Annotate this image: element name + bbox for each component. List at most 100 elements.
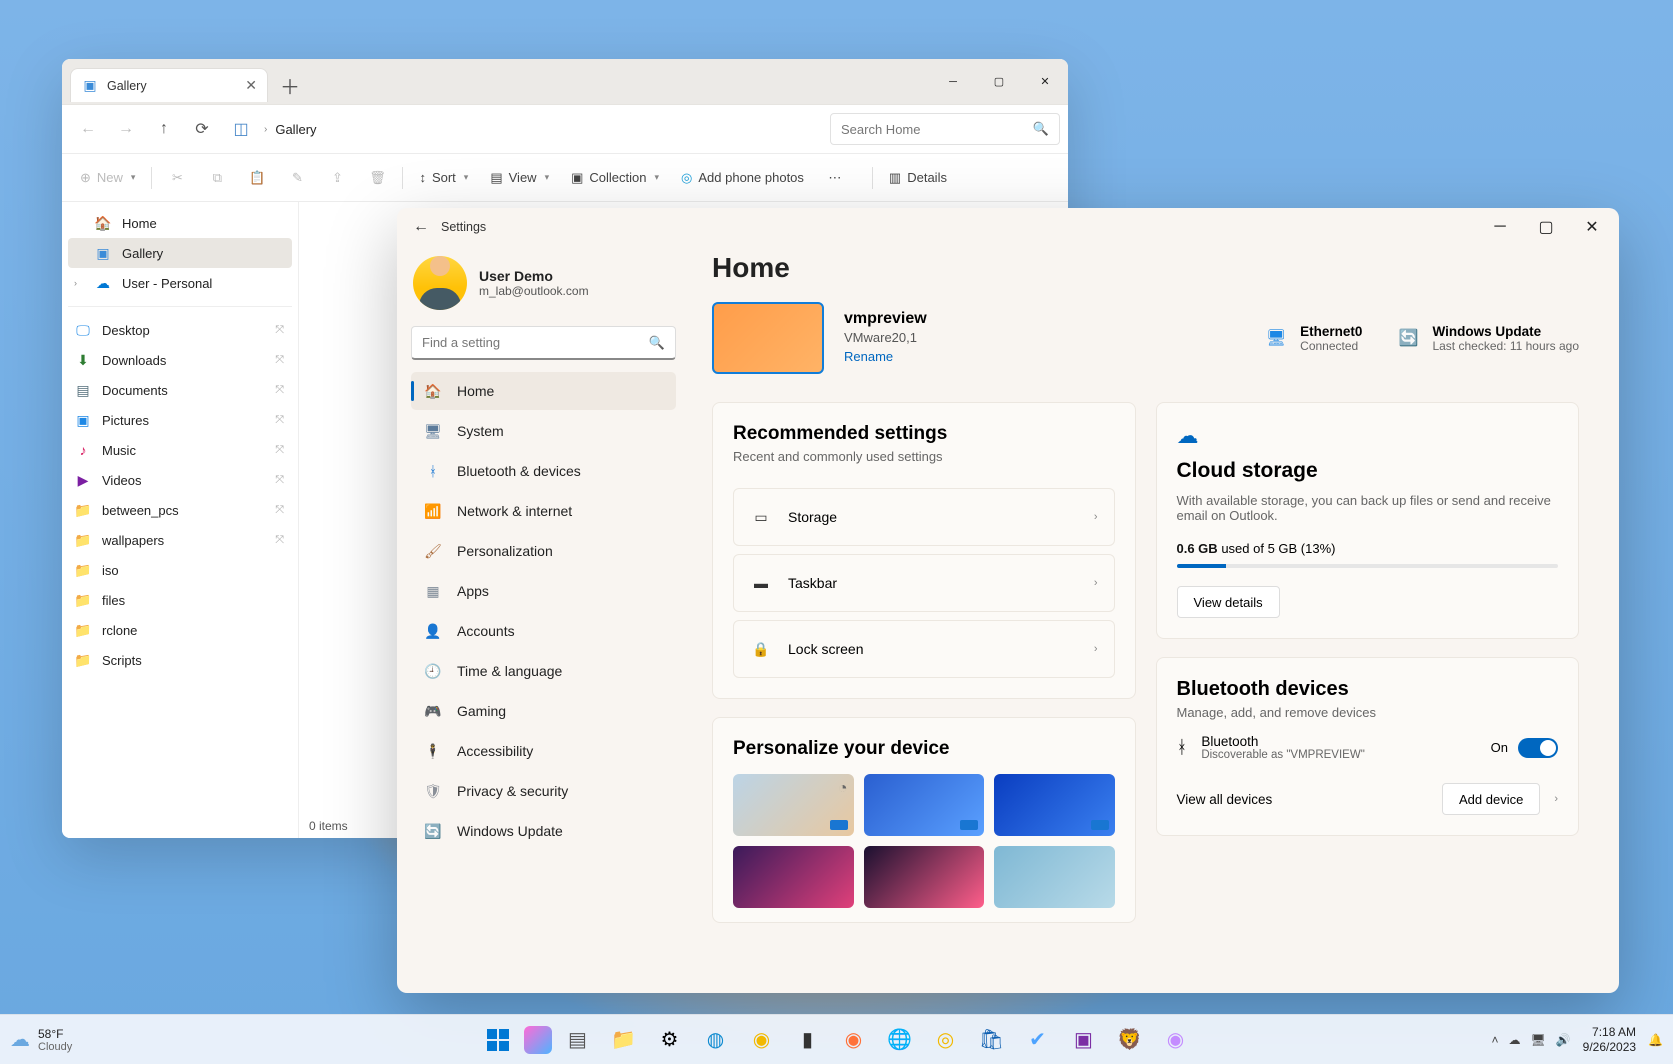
maximize-button[interactable]: ▢ xyxy=(976,59,1022,104)
sidebar-item-scripts[interactable]: 📁Scripts xyxy=(68,645,292,675)
sidebar-item-rclone[interactable]: 📁rclone xyxy=(68,615,292,645)
notifications-icon[interactable]: 🔔 xyxy=(1648,1033,1663,1047)
sidebar-item-between-pcs[interactable]: 📁between_pcs⤧ xyxy=(68,495,292,525)
sidebar-item-user-personal[interactable]: ›☁User - Personal xyxy=(68,268,292,298)
nav-privacy[interactable]: 🛡Privacy & security xyxy=(411,772,676,810)
taskbar-app-copilot[interactable] xyxy=(524,1026,552,1054)
taskbar-app-onenote[interactable]: ▣ xyxy=(1064,1020,1104,1060)
taskbar-app-store[interactable]: 🛍 xyxy=(972,1020,1012,1060)
back-button[interactable]: ← xyxy=(401,208,441,246)
refresh-button[interactable]: ⟳ xyxy=(184,111,220,147)
sort-menu[interactable]: ↕Sort▾ xyxy=(411,161,476,195)
close-button[interactable]: ✕ xyxy=(1022,59,1068,104)
minimize-button[interactable]: ─ xyxy=(1477,208,1523,246)
close-button[interactable]: ✕ xyxy=(1569,208,1615,246)
explorer-search-input[interactable]: Search Home 🔍 xyxy=(830,113,1060,145)
theme-option[interactable] xyxy=(864,774,985,836)
sidebar-item-pictures[interactable]: ▣Pictures⤧ xyxy=(68,405,292,435)
nav-home[interactable]: 🏠Home xyxy=(411,372,676,410)
weather-widget[interactable]: ☁ 58°F Cloudy xyxy=(10,1027,72,1053)
theme-option[interactable] xyxy=(994,774,1115,836)
breadcrumb[interactable]: Gallery xyxy=(275,122,316,137)
explorer-tab-gallery[interactable]: ▣ Gallery ✕ xyxy=(70,68,268,102)
taskbar-app-chrome[interactable]: 🌐 xyxy=(880,1020,920,1060)
copy-button[interactable]: ⧉ xyxy=(200,161,234,195)
sidebar-item-documents[interactable]: ▤Documents⤧ xyxy=(68,375,292,405)
maximize-button[interactable]: ▢ xyxy=(1523,208,1569,246)
sidebar-item-home[interactable]: 🏠Home xyxy=(68,208,292,238)
settings-search-input[interactable]: Find a setting 🔍 xyxy=(411,326,676,360)
ethernet-status[interactable]: 🖥 Ethernet0Connected xyxy=(1264,324,1362,353)
taskbar-app-taskview[interactable]: ▤ xyxy=(558,1020,598,1060)
sidebar-item-downloads[interactable]: ⬇Downloads⤧ xyxy=(68,345,292,375)
view-all-devices-link[interactable]: View all devices xyxy=(1177,792,1273,807)
chevron-up-icon[interactable]: ˄ xyxy=(1491,1033,1498,1047)
details-pane-button[interactable]: ▥Details xyxy=(881,161,955,195)
share-button[interactable]: ⇪ xyxy=(320,161,354,195)
sidebar-item-wallpapers[interactable]: 📁wallpapers⤧ xyxy=(68,525,292,555)
nav-system[interactable]: 🖥System xyxy=(411,412,676,450)
taskbar-app-settings[interactable]: ⚙ xyxy=(650,1020,690,1060)
onedrive-tray-icon[interactable]: ☁ xyxy=(1508,1033,1520,1047)
taskbar-app-chrome2[interactable]: ◎ xyxy=(926,1020,966,1060)
taskbar-app-todo[interactable]: ✔ xyxy=(1018,1020,1058,1060)
setting-link-taskbar[interactable]: ▬Taskbar› xyxy=(733,554,1115,612)
paste-button[interactable]: 📋 xyxy=(240,161,274,195)
new-menu[interactable]: ⊕New▾ xyxy=(72,161,143,195)
settings-content[interactable]: Home vmpreview VMware20,1 Rename 🖥 Ether… xyxy=(690,246,1619,993)
sidebar-item-gallery[interactable]: ▣Gallery xyxy=(68,238,292,268)
up-button[interactable]: ↑ xyxy=(146,111,182,147)
chevron-right-icon[interactable]: › xyxy=(74,278,84,288)
taskbar-app-explorer[interactable]: 📁 xyxy=(604,1020,644,1060)
theme-option[interactable] xyxy=(733,846,854,908)
user-account-block[interactable]: User Demo m_lab@outlook.com xyxy=(413,256,676,310)
taskbar-app-chrome-canary[interactable]: ◉ xyxy=(742,1020,782,1060)
minimize-button[interactable]: ─ xyxy=(930,59,976,104)
add-device-button[interactable]: Add device xyxy=(1442,783,1540,815)
nav-windows-update[interactable]: 🔄Windows Update xyxy=(411,812,676,850)
forward-button[interactable]: → xyxy=(108,111,144,147)
nav-apps[interactable]: ▦Apps xyxy=(411,572,676,610)
bluetooth-toggle[interactable]: On xyxy=(1491,738,1558,758)
collection-menu[interactable]: ▣Collection▾ xyxy=(563,161,667,195)
nav-personalization[interactable]: 🖌Personalization xyxy=(411,532,676,570)
more-button[interactable]: ⋯ xyxy=(818,161,852,195)
windows-update-status[interactable]: 🔄 Windows UpdateLast checked: 11 hours a… xyxy=(1396,324,1579,353)
nav-bluetooth[interactable]: ᚼBluetooth & devices xyxy=(411,452,676,490)
add-phone-photos[interactable]: ◎Add phone photos xyxy=(673,161,812,195)
close-tab-icon[interactable]: ✕ xyxy=(245,77,257,94)
new-tab-button[interactable]: ＋ xyxy=(274,69,306,101)
rename-button[interactable]: ✎ xyxy=(280,161,314,195)
taskbar-app-misc[interactable]: ◉ xyxy=(1156,1020,1196,1060)
nav-accounts[interactable]: 👤Accounts xyxy=(411,612,676,650)
toggle-switch[interactable] xyxy=(1518,738,1558,758)
sidebar-item-files[interactable]: 📁files xyxy=(68,585,292,615)
delete-button[interactable]: 🗑 xyxy=(360,161,394,195)
taskbar-app-brave[interactable]: 🦁 xyxy=(1110,1020,1150,1060)
taskbar-app-terminal[interactable]: ▮ xyxy=(788,1020,828,1060)
explorer-sidebar[interactable]: 🏠Home ▣Gallery ›☁User - Personal 🖵Deskto… xyxy=(62,202,299,838)
network-tray-icon[interactable]: 🖥 xyxy=(1530,1033,1545,1047)
nav-time-language[interactable]: 🕘Time & language xyxy=(411,652,676,690)
start-button[interactable] xyxy=(478,1020,518,1060)
setting-link-lockscreen[interactable]: 🔒Lock screen› xyxy=(733,620,1115,678)
setting-link-storage[interactable]: ▭Storage› xyxy=(733,488,1115,546)
theme-option[interactable] xyxy=(864,846,985,908)
rename-link[interactable]: Rename xyxy=(844,349,893,364)
sidebar-item-iso[interactable]: 📁iso xyxy=(68,555,292,585)
sidebar-item-music[interactable]: ♪Music⤧ xyxy=(68,435,292,465)
sidebar-item-desktop[interactable]: 🖵Desktop⤧ xyxy=(68,315,292,345)
theme-option[interactable]: ◔ xyxy=(733,774,854,836)
back-button[interactable]: ← xyxy=(70,111,106,147)
theme-option[interactable] xyxy=(994,846,1115,908)
view-details-button[interactable]: View details xyxy=(1177,586,1280,618)
nav-gaming[interactable]: 🎮Gaming xyxy=(411,692,676,730)
nav-accessibility[interactable]: 🕴Accessibility xyxy=(411,732,676,770)
view-menu[interactable]: ▤View▾ xyxy=(482,161,557,195)
volume-tray-icon[interactable]: 🔊 xyxy=(1556,1033,1571,1047)
cut-button[interactable]: ✂ xyxy=(160,161,194,195)
nav-network[interactable]: 📶Network & internet xyxy=(411,492,676,530)
sidebar-item-videos[interactable]: ▶Videos⤧ xyxy=(68,465,292,495)
taskbar-app-edge[interactable]: ◍ xyxy=(696,1020,736,1060)
taskbar-app-firefox[interactable]: ◉ xyxy=(834,1020,874,1060)
